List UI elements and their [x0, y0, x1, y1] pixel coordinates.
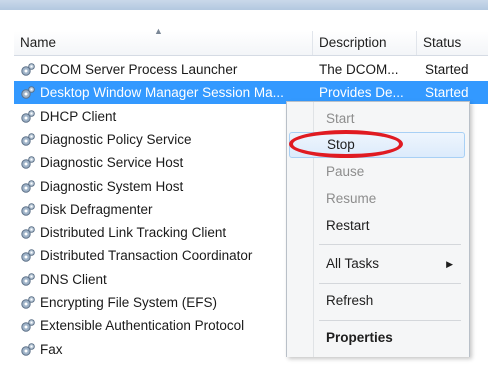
table-row[interactable]: DCOM Server Process Launcher The DCOM... S…	[14, 58, 488, 81]
service-name: DNS Client	[40, 271, 107, 287]
menu-item-properties[interactable]: Properties	[289, 325, 465, 351]
gear-icon	[20, 342, 36, 358]
gear-icon	[20, 272, 36, 288]
service-name: DCOM Server Process Launcher	[40, 62, 238, 77]
column-header-name[interactable]: Name	[14, 31, 313, 55]
gear-icon	[20, 248, 36, 264]
service-name: DHCP Client	[40, 108, 117, 124]
menu-item-refresh[interactable]: Refresh	[289, 288, 465, 314]
window-top-bar	[0, 0, 488, 10]
service-name: Diagnostic System Host	[40, 178, 184, 194]
gear-icon	[20, 202, 36, 218]
service-name: Encrypting File System (EFS)	[40, 295, 218, 310]
service-name: Distributed Transaction Coordinator	[40, 248, 253, 264]
menu-item-restart[interactable]: Restart	[289, 213, 465, 239]
service-description: The DCOM...	[319, 62, 399, 77]
service-status: Started	[425, 62, 469, 77]
gear-icon	[20, 109, 36, 125]
column-header: Name Description Status	[14, 31, 488, 56]
annotation-ring	[289, 130, 403, 158]
gear-icon	[20, 155, 36, 171]
menu-item-all-tasks[interactable]: All Tasks ▶	[289, 251, 465, 277]
sort-ascending-icon: ▲	[154, 26, 163, 36]
service-name: Extensible Authentication Protocol	[40, 318, 245, 334]
column-header-description[interactable]: Description	[313, 31, 417, 55]
service-name: Disk Defragmenter	[40, 201, 153, 217]
gear-icon	[20, 179, 36, 195]
menu-separator	[319, 320, 461, 321]
gear-icon	[20, 132, 36, 148]
service-name: Fax	[40, 341, 63, 357]
gear-icon	[20, 295, 36, 311]
menu-item-pause[interactable]: Pause	[289, 159, 465, 185]
gear-icon	[20, 85, 36, 101]
gear-icon	[20, 62, 36, 78]
submenu-arrow-icon: ▶	[446, 259, 453, 269]
gear-icon	[20, 225, 36, 241]
gear-icon	[20, 318, 36, 334]
menu-item-start[interactable]: Start	[289, 106, 465, 132]
column-header-status[interactable]: Status	[417, 31, 488, 55]
service-name: Diagnostic Policy Service	[40, 131, 192, 147]
menu-item-resume[interactable]: Resume	[289, 186, 465, 212]
service-name: Desktop Window Manager Session Ma...	[40, 85, 284, 101]
menu-separator	[319, 283, 461, 284]
service-name: Diagnostic Service Host	[40, 155, 184, 171]
service-name: Distributed Link Tracking Client	[40, 225, 227, 241]
menu-separator	[319, 244, 461, 245]
